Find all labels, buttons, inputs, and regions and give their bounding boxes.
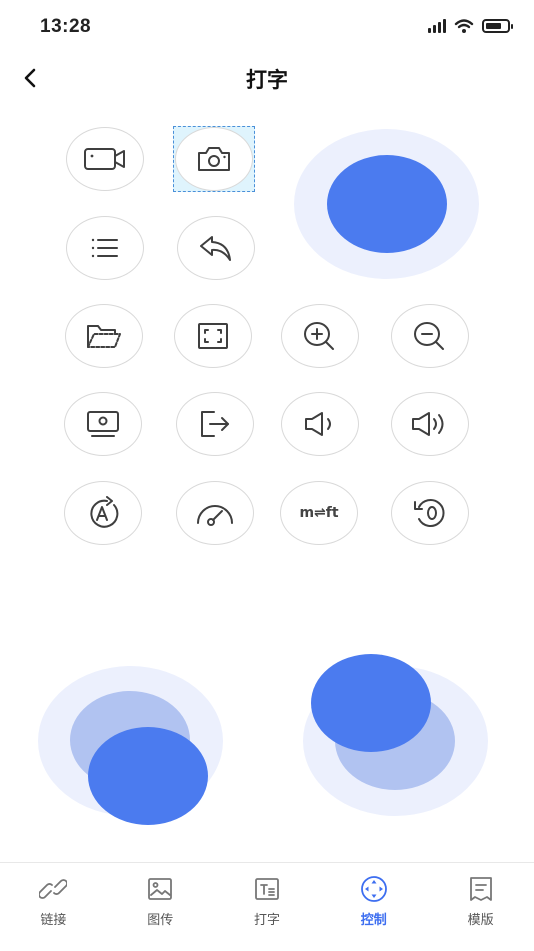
page-title: 打字 xyxy=(246,69,288,92)
photo-button[interactable] xyxy=(175,127,253,191)
camera-icon xyxy=(198,147,230,171)
bottom-left-joystick-knob[interactable] xyxy=(88,727,208,825)
unit-toggle-button[interactable]: m⇌ft xyxy=(280,481,358,545)
zoom-out-icon xyxy=(414,322,444,350)
zoom-out-button[interactable] xyxy=(391,304,469,368)
tab-link[interactable]: 链接 xyxy=(0,863,107,951)
signal-icon xyxy=(428,19,446,33)
tab-link-label: 链接 xyxy=(40,912,67,927)
video-camera-icon xyxy=(84,148,125,170)
screen-icon xyxy=(87,411,119,437)
fullscreen-button[interactable] xyxy=(174,304,252,368)
tab-image[interactable]: 图传 xyxy=(107,863,214,951)
video-button[interactable] xyxy=(66,127,144,191)
volume-up-icon xyxy=(412,412,444,436)
volume-down-button[interactable] xyxy=(281,392,359,456)
speed-button[interactable] xyxy=(176,481,254,545)
folder-icon xyxy=(87,325,121,348)
speed-icon xyxy=(197,505,233,526)
tab-template-label: 模版 xyxy=(467,912,494,927)
volume-up-button[interactable] xyxy=(391,392,469,456)
menu-button[interactable] xyxy=(66,216,144,280)
link-icon xyxy=(39,879,68,899)
battery-icon xyxy=(482,19,513,33)
folder-button[interactable] xyxy=(65,304,143,368)
exit-button[interactable] xyxy=(176,392,254,456)
top-right-joystick-knob[interactable] xyxy=(327,155,447,253)
screen-button[interactable] xyxy=(64,392,142,456)
image-icon xyxy=(148,878,173,900)
exit-icon xyxy=(201,411,229,437)
tab-image-label: 图传 xyxy=(147,912,174,927)
template-icon xyxy=(469,877,492,901)
auto-rotate-icon xyxy=(90,496,119,528)
undo-icon xyxy=(200,236,231,261)
status-icons xyxy=(428,18,513,34)
tab-template[interactable]: 模版 xyxy=(427,863,534,951)
tab-text[interactable]: 打字 xyxy=(214,863,321,951)
auto-rotate-button[interactable] xyxy=(64,481,142,545)
undo-button[interactable] xyxy=(177,216,255,280)
bottom-right-joystick-knob[interactable] xyxy=(311,654,431,752)
list-icon xyxy=(91,238,118,258)
zoom-in-button[interactable] xyxy=(281,304,359,368)
fullscreen-icon xyxy=(198,323,228,349)
unit-toggle-label: m⇌ft xyxy=(299,505,339,521)
gamepad-icon xyxy=(360,876,387,902)
tab-bar: 链接 图传 打字 控制 模版 xyxy=(0,862,534,951)
tab-control[interactable]: 控制 xyxy=(320,863,427,951)
status-time: 13:28 xyxy=(40,16,92,37)
volume-down-icon xyxy=(305,412,331,436)
tab-text-label: 打字 xyxy=(253,912,280,927)
text-icon xyxy=(255,878,279,900)
zoom-in-icon xyxy=(304,322,334,350)
reset-icon xyxy=(414,499,445,527)
tab-control-label: 控制 xyxy=(360,912,387,927)
reset-button[interactable] xyxy=(391,481,469,545)
wifi-icon xyxy=(454,19,474,33)
